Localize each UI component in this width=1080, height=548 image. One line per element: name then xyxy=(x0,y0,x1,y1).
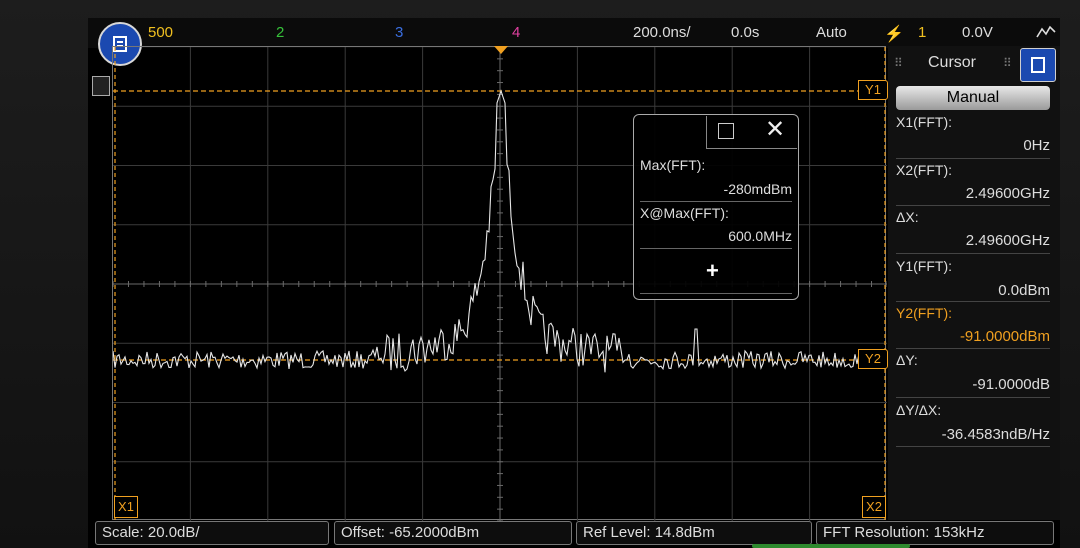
y1-cursor-marker[interactable]: Y1 xyxy=(858,80,888,100)
max-fft-value: -280mdBm xyxy=(723,181,792,197)
x1-cursor-marker[interactable]: X1 xyxy=(114,496,138,518)
fft-offset-field[interactable]: Offset: -65.2000dBm xyxy=(334,521,572,545)
cursor-panel-title: Cursor xyxy=(928,54,977,71)
trigger-level[interactable]: 0.0V xyxy=(962,24,993,41)
close-icon[interactable]: ✕ xyxy=(762,117,788,143)
trigger-position-marker xyxy=(494,46,508,54)
delta-y-over-delta-x-value: -36.4583ndB/Hz xyxy=(941,426,1050,443)
cursor-mode-button[interactable]: Manual xyxy=(896,86,1050,110)
y2-value[interactable]: -91.0000dBm xyxy=(960,328,1050,345)
waveform-mode-icon[interactable] xyxy=(1036,24,1056,40)
channel-2-label[interactable]: 2 xyxy=(276,24,284,41)
ground-reference-marker[interactable] xyxy=(92,76,110,96)
plus-icon[interactable]: + xyxy=(706,258,719,284)
delta-x-label: ΔX: xyxy=(896,209,919,225)
fft-resolution-field[interactable]: FFT Resolution: 153kHz xyxy=(816,521,1054,545)
delay-value[interactable]: 0.0s xyxy=(731,24,759,41)
divider xyxy=(896,397,1050,398)
divider xyxy=(896,158,1050,159)
timebase-value[interactable]: 200.0ns/ xyxy=(633,24,691,41)
trigger-mode[interactable]: Auto xyxy=(816,24,847,41)
y2-cursor-marker[interactable]: Y2 xyxy=(858,349,888,369)
divider xyxy=(896,205,1050,206)
x-at-max-label: X@Max(FFT): xyxy=(640,205,729,221)
channel-4-label[interactable]: 4 xyxy=(512,24,520,41)
ref-level-field[interactable]: Ref Level: 14.8dBm xyxy=(576,521,812,545)
divider xyxy=(640,293,792,294)
delta-y-label: ΔY: xyxy=(896,352,918,368)
channel-3-label[interactable]: 3 xyxy=(395,24,403,41)
drag-handle-icon[interactable]: ⠿ xyxy=(894,56,903,70)
divider xyxy=(896,348,1050,349)
divider xyxy=(896,446,1050,447)
divider xyxy=(896,301,1050,302)
delta-x-value: 2.49600GHz xyxy=(965,232,1050,249)
y1-value[interactable]: 0.0dBm xyxy=(998,282,1050,299)
menu-icon xyxy=(1031,57,1045,73)
x2-value[interactable]: 2.49600GHz xyxy=(966,185,1050,202)
top-status-bar xyxy=(88,18,1060,48)
fft-scale-field[interactable]: Scale: 20.0dB/ xyxy=(95,521,329,545)
x2-label: X2(FFT): xyxy=(896,162,952,178)
x1-value[interactable]: 0Hz xyxy=(1023,137,1050,154)
drag-handle-icon[interactable]: ⠿ xyxy=(1003,56,1012,70)
x1-label: X1(FFT): xyxy=(896,114,952,130)
y2-label: Y2(FFT): xyxy=(896,305,952,321)
delta-y-value: -91.0000dB xyxy=(972,376,1050,393)
menu-icon[interactable] xyxy=(718,123,734,139)
channel-1-scale[interactable]: 500 xyxy=(148,24,173,41)
divider xyxy=(640,248,792,249)
trigger-edge-icon: ⚡ xyxy=(884,26,904,43)
x-at-max-value: 600.0MHz xyxy=(728,228,792,244)
trigger-source[interactable]: 1 xyxy=(918,24,926,41)
panel-menu-button[interactable] xyxy=(1020,48,1056,82)
divider xyxy=(640,201,792,202)
delta-y-over-delta-x-label: ΔY/ΔX: xyxy=(896,402,942,418)
divider xyxy=(896,253,1050,254)
soft-key-indicator xyxy=(752,544,910,548)
y1-label: Y1(FFT): xyxy=(896,258,952,274)
max-fft-label: Max(FFT): xyxy=(640,157,706,173)
x2-cursor-marker[interactable]: X2 xyxy=(862,496,886,518)
